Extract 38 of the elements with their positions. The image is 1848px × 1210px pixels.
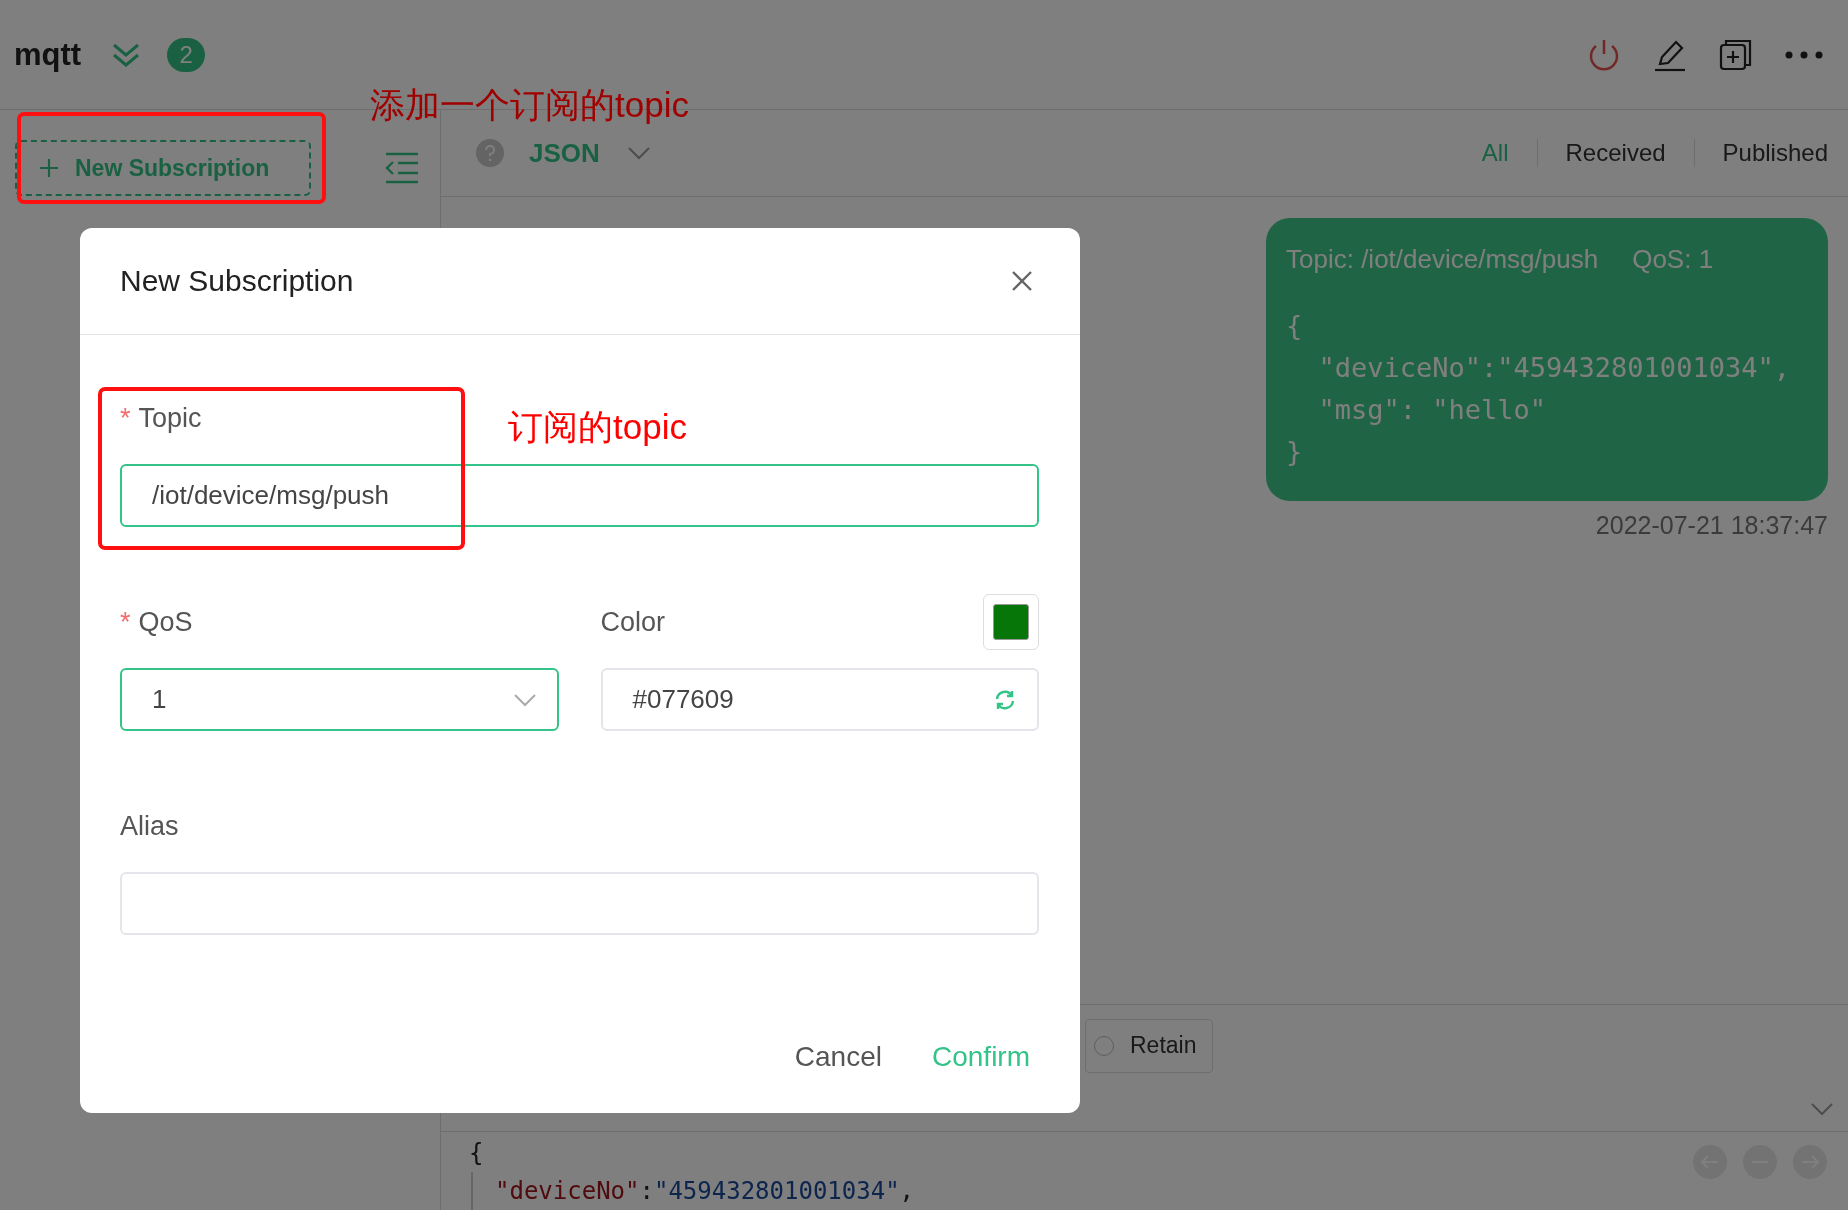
alias-field[interactable]	[120, 872, 1039, 936]
more-icon[interactable]	[1784, 49, 1824, 60]
payload-line: "msg": "hello"	[1317, 393, 1548, 427]
help-icon[interactable]	[475, 138, 505, 168]
chevron-down-icon	[512, 692, 537, 707]
field-label: QoS	[138, 606, 193, 638]
chevron-down-icon[interactable]	[627, 146, 651, 160]
required-mark: *	[120, 402, 131, 434]
code-line: "deviceNo":"459432801001034",	[495, 1177, 915, 1205]
message-qos: QoS: 1	[1632, 244, 1714, 275]
retain-option[interactable]: Retain	[1085, 1018, 1213, 1073]
field-label: Alias	[120, 810, 179, 842]
annotation-text: 订阅的topic	[508, 406, 687, 448]
color-picker[interactable]	[983, 594, 1039, 651]
color-field[interactable]: #077609	[600, 668, 1039, 732]
message-time: 2022-07-21 18:37:47	[1595, 511, 1828, 540]
message-topic: Topic: /iot/device/msg/push	[1286, 244, 1599, 275]
field-label: Color	[600, 606, 666, 638]
required-mark: *	[120, 606, 131, 638]
field-label: Topic	[138, 402, 202, 434]
filter-tab[interactable]: Published	[1722, 139, 1828, 167]
payload-line: }	[1286, 435, 1304, 469]
filter-tab[interactable]: Received	[1565, 139, 1666, 167]
topic-field[interactable]: /iot/device/msg/push	[120, 464, 1039, 528]
connection-name: mqtt	[14, 36, 82, 73]
confirm-button[interactable]: Confirm	[932, 1040, 1030, 1073]
chevron-down-icon[interactable]	[1810, 1101, 1834, 1116]
double-chevron-icon[interactable]	[111, 41, 142, 68]
code-line: {	[469, 1139, 484, 1167]
payload-line: "deviceNo":"459432801001034",	[1317, 351, 1791, 385]
dialog-title: New Subscription	[120, 264, 354, 299]
cancel-button[interactable]: Cancel	[794, 1040, 882, 1073]
payload-line: {	[1286, 309, 1304, 343]
collapse-sidebar-icon[interactable]	[384, 152, 420, 184]
qos-select[interactable]: 1	[120, 668, 559, 732]
count-badge: 2	[167, 37, 206, 72]
plus-icon	[39, 158, 59, 178]
annotation-text: 添加一个订阅的topic	[370, 84, 689, 126]
